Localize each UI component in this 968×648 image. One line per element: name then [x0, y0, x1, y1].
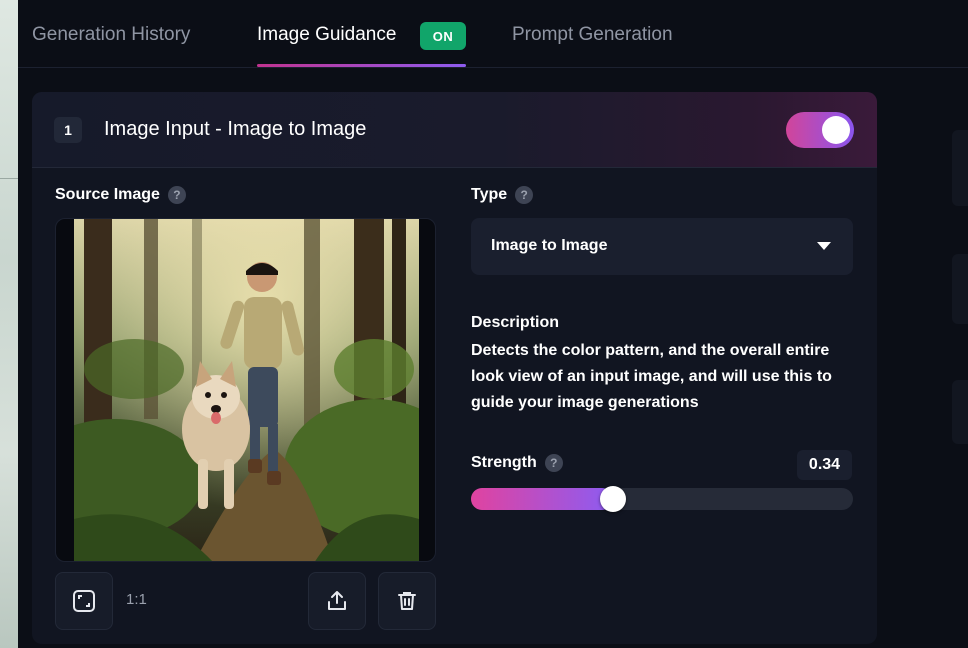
- side-panel-edge: [952, 130, 968, 206]
- help-icon[interactable]: ?: [167, 186, 186, 204]
- aspect-ratio: 1:1: [126, 591, 147, 608]
- description-text: Detects the color pattern, and the overa…: [471, 342, 832, 411]
- tab-image-guidance[interactable]: Image Guidance: [257, 24, 396, 46]
- upload-icon: [328, 591, 346, 610]
- source-image-label-text: Source Image: [55, 186, 160, 203]
- help-icon[interactable]: ?: [544, 454, 563, 472]
- trash-icon: [398, 592, 416, 610]
- forest-boy-dog-image: [74, 219, 419, 561]
- description-title: Description: [471, 314, 560, 331]
- type-label-text: Type: [471, 186, 508, 203]
- background-divider: [0, 178, 18, 179]
- upload-button[interactable]: [308, 572, 366, 630]
- image-input-card: 1 Image Input - Image to Image Source Im…: [32, 92, 877, 644]
- type-label: Type ?: [471, 186, 534, 204]
- card-header: 1 Image Input - Image to Image: [32, 92, 877, 168]
- side-panel-edge: [952, 254, 968, 324]
- image-guidance-status-badge: ON: [420, 22, 466, 50]
- card-title: Image Input - Image to Image: [104, 118, 367, 140]
- tab-bar: Generation History Image Guidance ON Pro…: [18, 0, 968, 68]
- caret-down-icon: [817, 242, 831, 250]
- strength-label-text: Strength: [471, 454, 537, 471]
- crop-button[interactable]: [55, 572, 113, 630]
- source-image-preview[interactable]: [55, 218, 436, 562]
- active-tab-indicator: [257, 64, 466, 67]
- strength-slider-fill: [471, 488, 613, 510]
- help-icon[interactable]: ?: [515, 186, 534, 204]
- source-image-label: Source Image ?: [55, 186, 186, 204]
- image-input-toggle[interactable]: [786, 112, 854, 148]
- type-dropdown-value: Image to Image: [491, 237, 608, 254]
- step-number: 1: [54, 117, 82, 143]
- strength-slider-handle[interactable]: [600, 486, 626, 512]
- type-dropdown[interactable]: Image to Image: [471, 218, 853, 275]
- delete-button[interactable]: [378, 572, 436, 630]
- toggle-knob: [822, 116, 850, 144]
- crop-icon: [73, 590, 95, 612]
- tab-generation-history[interactable]: Generation History: [32, 24, 190, 46]
- image-guidance-panel: Generation History Image Guidance ON Pro…: [18, 0, 968, 648]
- tab-prompt-generation[interactable]: Prompt Generation: [512, 24, 673, 46]
- strength-slider[interactable]: [471, 486, 853, 512]
- strength-label: Strength ?: [471, 454, 563, 472]
- side-panel-edge: [952, 380, 968, 444]
- strength-value[interactable]: 0.34: [797, 450, 852, 480]
- background-image-edge: [0, 0, 18, 648]
